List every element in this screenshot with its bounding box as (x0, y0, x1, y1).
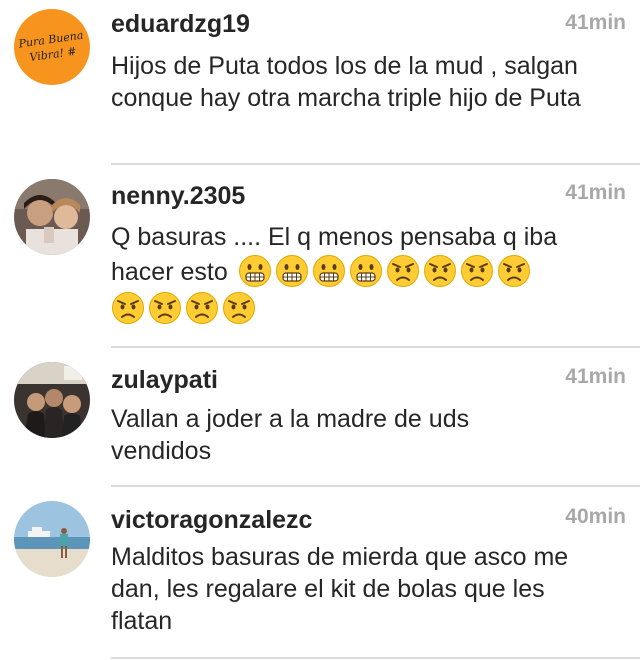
comment-item: Pura Buena Vibra! # eduardzg19 41min Hij… (0, 0, 640, 165)
grimacing-face-icon (349, 254, 383, 288)
angry-face-icon (460, 254, 494, 288)
comment-timestamp: 41min (565, 181, 626, 204)
emoji-group (111, 291, 256, 325)
grimacing-face-icon (312, 254, 346, 288)
angry-face-icon (423, 254, 457, 288)
comment-username[interactable]: nenny.2305 (111, 182, 245, 211)
grimacing-face-icon (238, 254, 272, 288)
comment-timestamp: 41min (565, 365, 626, 388)
comment-text-line1: Q basuras .... El q menos pensaba q iba (111, 223, 558, 251)
avatar[interactable]: Pura Buena Vibra! # (14, 9, 90, 85)
comment-username[interactable]: zulaypati (111, 366, 218, 395)
comment-username[interactable]: eduardzg19 (111, 10, 250, 39)
angry-face-icon (148, 291, 182, 325)
angry-face-icon (386, 254, 420, 288)
avatar[interactable] (14, 179, 90, 255)
comment-username[interactable]: victoragonzalezc (111, 506, 312, 535)
comment-text-line2-wrap: hacer esto (111, 254, 631, 290)
angry-face-icon (222, 291, 256, 325)
avatar[interactable] (14, 501, 90, 577)
comment-text-line2: hacer esto (111, 258, 228, 286)
comment-timestamp: 41min (565, 11, 626, 34)
angry-face-icon (497, 254, 531, 288)
comment-item: victoragonzalezc 40min Malditos basuras … (0, 487, 640, 660)
angry-face-icon (185, 291, 219, 325)
avatar[interactable] (14, 362, 90, 438)
emoji-group (238, 254, 531, 288)
comment-timestamp: 40min (565, 505, 626, 528)
angry-face-icon (111, 291, 145, 325)
comment-text: Malditos basuras de mierda que asco me d… (111, 543, 569, 635)
comment-text: Hijos de Puta todos los de la mud , salg… (111, 52, 581, 112)
grimacing-face-icon (275, 254, 309, 288)
comment-item: nenny.2305 41min Q basuras .... El q men… (0, 165, 640, 348)
comment-divider (111, 657, 640, 659)
comment-item: zulaypati 41min Vallan a joder a la madr… (0, 348, 640, 487)
comment-text: Vallan a joder a la madre de uds vendido… (111, 405, 470, 465)
comments-list: Pura Buena Vibra! # eduardzg19 41min Hij… (0, 0, 640, 660)
